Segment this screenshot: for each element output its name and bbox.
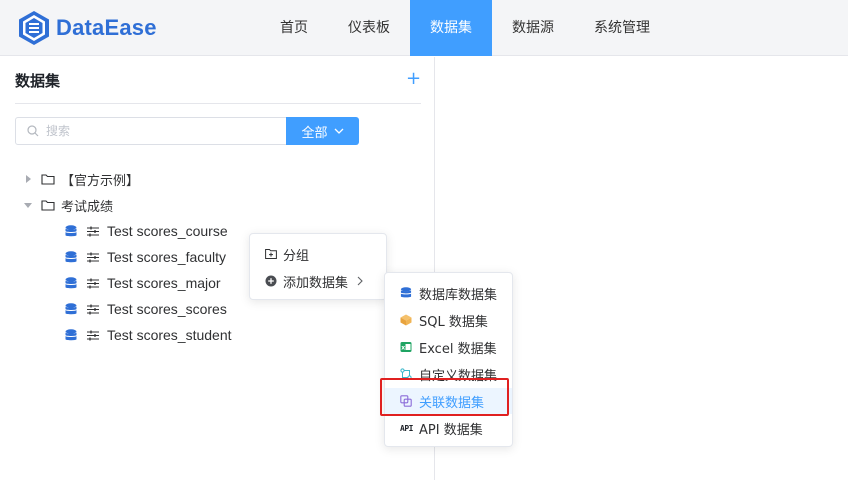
nav-dataset[interactable]: 数据集 bbox=[410, 0, 492, 56]
tree-folder-exam-scores[interactable]: 考试成绩 bbox=[23, 194, 113, 216]
database-icon bbox=[65, 328, 77, 340]
sliders-icon bbox=[87, 278, 99, 288]
submenu-item-label: SQL 数据集 bbox=[419, 314, 488, 330]
nav-datasource[interactable]: 数据源 bbox=[492, 0, 574, 56]
menu-item-label: 分组 bbox=[283, 248, 310, 264]
database-icon bbox=[65, 302, 77, 314]
tree-folder-label: 【官方示例】 bbox=[61, 173, 140, 189]
main-nav: 首页 仪表板 数据集 数据源 系统管理 bbox=[260, 0, 670, 56]
top-header: DataEase 首页 仪表板 数据集 数据源 系统管理 bbox=[0, 0, 848, 56]
menu-item-group[interactable]: 分组 bbox=[250, 241, 386, 267]
tree-item-label: Test scores_major bbox=[107, 275, 221, 291]
dataease-logo-icon bbox=[19, 11, 49, 45]
tree-item-test-scores-student[interactable]: Test scores_student bbox=[65, 324, 232, 346]
sidebar-divider bbox=[15, 103, 421, 104]
nav-dashboard[interactable]: 仪表板 bbox=[328, 0, 410, 56]
folder-icon bbox=[41, 200, 55, 211]
submenu-item-excel-dataset[interactable]: x Excel 数据集 bbox=[385, 334, 512, 360]
tree-item-label: Test scores_faculty bbox=[107, 249, 227, 265]
folder-icon bbox=[41, 174, 55, 185]
search-icon bbox=[27, 125, 39, 137]
chevron-down-icon bbox=[334, 128, 343, 134]
tree-item-label: Test scores_student bbox=[107, 327, 232, 343]
folder-add-icon bbox=[265, 249, 277, 259]
sql-cube-icon bbox=[400, 314, 412, 326]
folder-context-menu: 分组 添加数据集 bbox=[249, 233, 387, 300]
submenu-item-label: 数据库数据集 bbox=[419, 287, 498, 303]
nav-home[interactable]: 首页 bbox=[260, 0, 328, 56]
tree-item-test-scores-faculty[interactable]: Test scores_faculty bbox=[65, 246, 226, 268]
tree-folder-label: 考试成绩 bbox=[61, 199, 114, 215]
database-icon bbox=[65, 224, 77, 236]
sliders-icon bbox=[87, 330, 99, 340]
svg-text:x: x bbox=[401, 345, 405, 352]
nav-system[interactable]: 系统管理 bbox=[574, 0, 670, 56]
sliders-icon bbox=[87, 226, 99, 236]
filter-label: 全部 bbox=[301, 125, 328, 141]
add-dataset-submenu: 数据库数据集 SQL 数据集 x Excel 数据集 自定义数据集 关联数据集 … bbox=[384, 272, 513, 447]
sliders-icon bbox=[87, 252, 99, 262]
database-icon bbox=[65, 276, 77, 288]
search-box bbox=[15, 117, 287, 145]
plus-circle-icon bbox=[265, 275, 277, 287]
sidebar-title: 数据集 bbox=[15, 72, 61, 90]
tree-folder-official-examples[interactable]: 【官方示例】 bbox=[23, 168, 139, 190]
submenu-item-database-dataset[interactable]: 数据库数据集 bbox=[385, 280, 512, 306]
menu-item-add-dataset[interactable]: 添加数据集 bbox=[250, 268, 386, 294]
tree-item-test-scores-major[interactable]: Test scores_major bbox=[65, 272, 221, 294]
chevron-right-icon bbox=[357, 276, 363, 286]
excel-icon: x bbox=[400, 342, 412, 352]
database-icon bbox=[65, 250, 77, 262]
submenu-item-label: API 数据集 bbox=[419, 422, 483, 438]
app-logo[interactable]: DataEase bbox=[18, 10, 157, 46]
caret-right-icon[interactable] bbox=[23, 174, 33, 184]
tree-item-label: Test scores_scores bbox=[107, 301, 227, 317]
caret-down-icon[interactable] bbox=[23, 200, 33, 210]
add-dataset-button[interactable]: + bbox=[406, 69, 421, 89]
tree-item-test-scores-scores[interactable]: Test scores_scores bbox=[65, 298, 227, 320]
sliders-icon bbox=[87, 304, 99, 314]
filter-dropdown-button[interactable]: 全部 bbox=[286, 117, 359, 145]
search-input[interactable] bbox=[46, 122, 276, 140]
tree-item-label: Test scores_course bbox=[107, 223, 228, 239]
api-icon: API bbox=[400, 423, 413, 433]
menu-item-label: 添加数据集 bbox=[283, 275, 349, 291]
submenu-item-label: Excel 数据集 bbox=[419, 341, 497, 357]
app-name: DataEase bbox=[56, 15, 157, 40]
tree-item-test-scores-course[interactable]: Test scores_course bbox=[65, 220, 228, 242]
database-icon bbox=[400, 287, 412, 298]
submenu-item-sql-dataset[interactable]: SQL 数据集 bbox=[385, 307, 512, 333]
highlight-box bbox=[380, 378, 509, 416]
submenu-item-api-dataset[interactable]: API API 数据集 bbox=[385, 415, 512, 441]
